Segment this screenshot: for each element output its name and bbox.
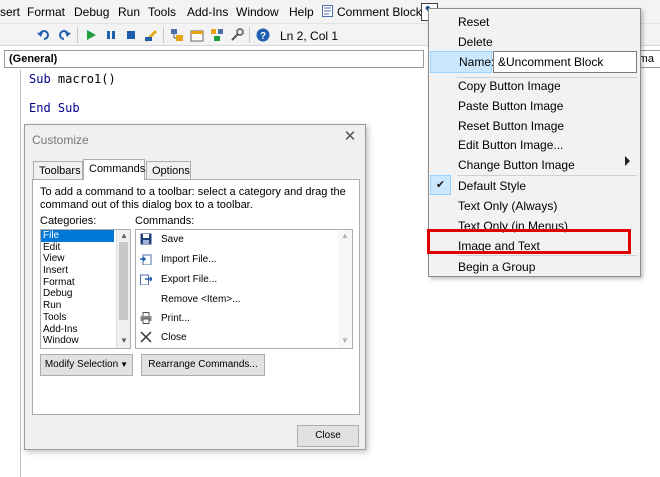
list-item[interactable]: File — [41, 230, 114, 242]
modify-selection-button[interactable]: Modify Selection ▼ — [40, 354, 133, 376]
command-label: Remove <Item>... — [161, 294, 241, 305]
menu-insert[interactable]: sert — [0, 5, 20, 19]
save-icon — [140, 233, 152, 245]
menu-run[interactable]: Run — [118, 5, 140, 19]
menu-separator — [457, 77, 637, 78]
menu-item-change-button-image[interactable]: Change Button Image — [458, 158, 575, 172]
close-button[interactable]: Close — [297, 425, 359, 447]
name-input[interactable]: &Uncomment Block — [493, 51, 637, 73]
scroll-thumb[interactable] — [119, 242, 128, 320]
customize-dialog: Customize ✕ Toolbars Commands Options To… — [24, 124, 366, 450]
list-item[interactable]: Import File... — [136, 250, 336, 270]
tab-toolbars[interactable]: Toolbars — [33, 161, 83, 179]
properties-icon[interactable] — [190, 28, 204, 42]
help-icon[interactable]: ? — [256, 28, 270, 42]
menu-format[interactable]: Format — [27, 5, 65, 19]
menu-comment-block[interactable]: Comment Block — [337, 5, 422, 19]
menu-separator — [457, 255, 637, 256]
scroll-up-icon[interactable]: ▲ — [341, 231, 349, 240]
design-mode-icon[interactable] — [144, 28, 158, 42]
reset-icon[interactable] — [124, 28, 138, 42]
name-label: Name: — [430, 51, 494, 73]
svg-text:?: ? — [260, 31, 266, 42]
command-label: Save — [161, 234, 184, 245]
break-icon[interactable] — [104, 28, 118, 42]
command-label: Print... — [161, 313, 190, 324]
object-browser-icon[interactable] — [210, 28, 224, 42]
scroll-up-icon[interactable]: ▲ — [120, 231, 128, 240]
menu-help[interactable]: Help — [289, 5, 314, 19]
keyword: Sub — [29, 72, 51, 86]
instruction-text: To add a command to a toolbar: select a … — [40, 186, 346, 211]
categories-label: Categories: — [40, 215, 97, 227]
close-icon[interactable]: ✕ — [343, 129, 357, 144]
scroll-down-icon[interactable]: ▼ — [341, 336, 349, 345]
commands-tab-panel: To add a command to a toolbar: select a … — [32, 179, 360, 415]
comment-block-icon — [322, 5, 333, 17]
toolbar-separator — [77, 27, 78, 43]
scroll-down-icon[interactable]: ▼ — [120, 336, 128, 345]
print-icon — [140, 312, 152, 324]
annotation-highlight-box — [427, 229, 631, 254]
submenu-arrow-icon — [625, 156, 630, 166]
code-margin — [20, 70, 21, 477]
menu-item-delete[interactable]: Delete — [458, 35, 493, 49]
tab-commands[interactable]: Commands — [83, 159, 145, 180]
list-item[interactable]: Close — [136, 328, 336, 348]
checkmark-icon: ✔ — [430, 175, 451, 195]
command-label: Import File... — [161, 254, 217, 265]
cursor-position: Ln 2, Col 1 — [280, 29, 339, 43]
menu-tools[interactable]: Tools — [148, 5, 176, 19]
command-label: Export File... — [161, 274, 218, 285]
redo-icon[interactable] — [57, 28, 71, 42]
categories-list[interactable]: File Edit View Insert Format Debug Run T… — [40, 229, 131, 349]
dialog-title: Customize — [32, 133, 89, 147]
undo-icon[interactable] — [37, 28, 51, 42]
commands-label: Commands: — [135, 215, 195, 227]
menu-item-text-only-always[interactable]: Text Only (Always) — [458, 199, 557, 213]
toolbox-icon[interactable] — [230, 28, 244, 42]
list-item[interactable]: Remove <Item>... — [136, 290, 336, 310]
menu-item-copy-button-image[interactable]: Copy Button Image — [458, 79, 561, 93]
list-item[interactable]: Print... — [136, 309, 336, 329]
command-label: Close — [161, 332, 187, 343]
commands-list[interactable]: Save Import File... Export File... Remov… — [135, 229, 353, 349]
menu-window[interactable]: Window — [236, 5, 279, 19]
export-file-icon — [140, 274, 152, 285]
menu-item-edit-button-image[interactable]: Edit Button Image... — [458, 138, 563, 152]
import-file-icon — [140, 254, 152, 265]
tab-options[interactable]: Options — [146, 161, 191, 179]
menu-item-reset[interactable]: Reset — [458, 15, 489, 29]
categories-scrollbar[interactable]: ▲ ▼ — [116, 230, 130, 348]
menu-separator — [457, 175, 637, 176]
dropdown-arrow-icon: ▼ — [120, 360, 128, 369]
rearrange-commands-button[interactable]: Rearrange Commands... — [141, 354, 265, 376]
menu-debug[interactable]: Debug — [74, 5, 109, 19]
menu-add-ins[interactable]: Add-Ins — [187, 5, 228, 19]
menu-item-begin-group[interactable]: Begin a Group — [458, 260, 535, 274]
modify-selection-label: Modify Selection — [44, 359, 119, 370]
code-line-2[interactable]: End Sub — [29, 101, 80, 115]
menu-item-paste-button-image[interactable]: Paste Button Image — [458, 99, 563, 113]
close-x-icon — [140, 331, 152, 343]
toolbar-separator — [249, 27, 250, 43]
toolbar-separator — [163, 27, 164, 43]
menu-item-reset-button-image[interactable]: Reset Button Image — [458, 119, 564, 133]
list-item[interactable]: Save — [136, 230, 336, 250]
menu-item-default-style[interactable]: Default Style — [458, 179, 526, 193]
list-item[interactable]: Export File... — [136, 270, 336, 290]
object-combo[interactable]: (General) — [4, 50, 424, 68]
project-explorer-icon[interactable] — [170, 28, 184, 42]
commands-scrollbar[interactable]: ▲ ▼ — [338, 230, 352, 348]
procedure-name: macro1() — [50, 72, 116, 86]
run-icon[interactable] — [84, 28, 98, 42]
code-line-1[interactable]: Sub macro1() — [29, 72, 116, 86]
